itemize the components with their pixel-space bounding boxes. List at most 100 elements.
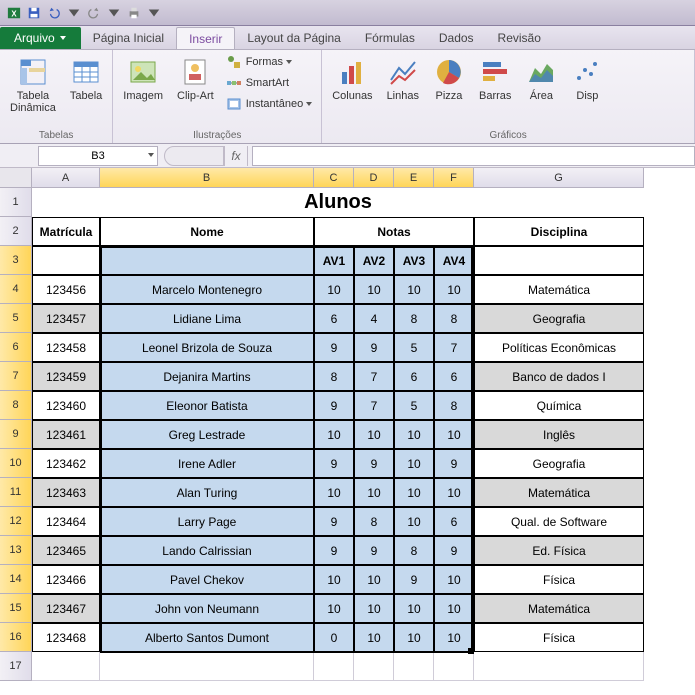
cell-av4[interactable]: 9 (434, 536, 474, 565)
row-header-6[interactable]: 6 (0, 333, 32, 362)
cell-av4[interactable]: 10 (434, 594, 474, 623)
scatter-chart-button[interactable]: Disp (565, 52, 609, 106)
table-button[interactable]: Tabela (64, 52, 108, 106)
header-av3[interactable]: AV3 (394, 246, 434, 275)
cell-nome[interactable]: Alan Turing (100, 478, 314, 507)
cell-nome[interactable]: Greg Lestrade (100, 420, 314, 449)
tab-home[interactable]: Página Inicial (81, 27, 176, 49)
cell-matricula[interactable]: 123459 (32, 362, 100, 391)
pie-chart-button[interactable]: Pizza (427, 52, 471, 106)
cell-av2[interactable]: 10 (354, 594, 394, 623)
cell-matricula[interactable]: 123467 (32, 594, 100, 623)
columns-chart-button[interactable]: Colunas (326, 52, 378, 106)
cell-av1[interactable]: 9 (314, 536, 354, 565)
cell[interactable] (474, 652, 644, 681)
row-header-15[interactable]: 15 (0, 594, 32, 623)
cell-matricula[interactable]: 123462 (32, 449, 100, 478)
header-av2[interactable]: AV2 (354, 246, 394, 275)
cell-av3[interactable]: 10 (394, 594, 434, 623)
cell-av4[interactable]: 8 (434, 304, 474, 333)
cell[interactable] (100, 652, 314, 681)
cell[interactable] (32, 246, 100, 275)
row-header-12[interactable]: 12 (0, 507, 32, 536)
cell-nome[interactable]: Alberto Santos Dumont (100, 623, 314, 652)
col-header-F[interactable]: F (434, 168, 474, 188)
cell-av2[interactable]: 4 (354, 304, 394, 333)
row-header-2[interactable]: 2 (0, 217, 32, 246)
cell-av4[interactable]: 10 (434, 420, 474, 449)
cell-av1[interactable]: 10 (314, 420, 354, 449)
cell-disciplina[interactable]: Geografia (474, 304, 644, 333)
row-header-1[interactable]: 1 (0, 188, 32, 217)
tab-page-layout[interactable]: Layout da Página (235, 27, 352, 49)
tab-data[interactable]: Dados (427, 27, 486, 49)
cell-av2[interactable]: 10 (354, 565, 394, 594)
col-header-A[interactable]: A (32, 168, 100, 188)
header-av1[interactable]: AV1 (314, 246, 354, 275)
cell-av1[interactable]: 10 (314, 275, 354, 304)
row-header-8[interactable]: 8 (0, 391, 32, 420)
chevron-down-icon[interactable] (147, 150, 155, 162)
cell-av4[interactable]: 6 (434, 507, 474, 536)
cell-matricula[interactable]: 123468 (32, 623, 100, 652)
header-notas[interactable]: Notas (314, 217, 474, 246)
col-header-D[interactable]: D (354, 168, 394, 188)
pivot-table-button[interactable]: Tabela Dinâmica (4, 52, 62, 118)
cell[interactable] (32, 652, 100, 681)
col-header-E[interactable]: E (394, 168, 434, 188)
tab-formulas[interactable]: Fórmulas (353, 27, 427, 49)
cell-av2[interactable]: 10 (354, 478, 394, 507)
cell-av4[interactable]: 10 (434, 275, 474, 304)
cell-av4[interactable]: 10 (434, 623, 474, 652)
cell-nome[interactable]: Leonel Brizola de Souza (100, 333, 314, 362)
cell-av2[interactable]: 10 (354, 420, 394, 449)
cell-av3[interactable]: 9 (394, 565, 434, 594)
cell-av1[interactable]: 9 (314, 507, 354, 536)
cell-matricula[interactable]: 123457 (32, 304, 100, 333)
cell-disciplina[interactable]: Matemática (474, 478, 644, 507)
cell-av2[interactable]: 7 (354, 391, 394, 420)
cell-disciplina[interactable]: Inglês (474, 420, 644, 449)
cell-matricula[interactable]: 123463 (32, 478, 100, 507)
cell-av1[interactable]: 10 (314, 478, 354, 507)
cell-av3[interactable]: 10 (394, 478, 434, 507)
cell-av2[interactable]: 10 (354, 623, 394, 652)
row-header-10[interactable]: 10 (0, 449, 32, 478)
cell-nome[interactable]: Lando Calrissian (100, 536, 314, 565)
cell[interactable] (100, 246, 314, 275)
cell-disciplina[interactable]: Políticas Econômicas (474, 333, 644, 362)
dropdown-icon[interactable] (144, 3, 164, 23)
smartart-button[interactable]: SmartArt (222, 73, 318, 93)
col-header-G[interactable]: G (474, 168, 644, 188)
cell-matricula[interactable]: 123465 (32, 536, 100, 565)
row-header-4[interactable]: 4 (0, 275, 32, 304)
cell-av1[interactable]: 10 (314, 594, 354, 623)
cell-disciplina[interactable]: Física (474, 623, 644, 652)
undo-icon[interactable] (44, 3, 64, 23)
cell[interactable] (394, 652, 434, 681)
cell[interactable] (354, 652, 394, 681)
cell-disciplina[interactable]: Geografia (474, 449, 644, 478)
cell-av3[interactable]: 5 (394, 391, 434, 420)
row-header-3[interactable]: 3 (0, 246, 32, 275)
cell[interactable] (474, 246, 644, 275)
header-av4[interactable]: AV4 (434, 246, 474, 275)
clipart-button[interactable]: Clip-Art (171, 52, 220, 106)
header-nome[interactable]: Nome (100, 217, 314, 246)
cell-av3[interactable]: 10 (394, 623, 434, 652)
cell-av4[interactable]: 7 (434, 333, 474, 362)
cell-av3[interactable]: 10 (394, 275, 434, 304)
cell-av1[interactable]: 10 (314, 565, 354, 594)
cell-nome[interactable]: Pavel Chekov (100, 565, 314, 594)
file-tab[interactable]: Arquivo (0, 27, 81, 49)
cell[interactable] (434, 652, 474, 681)
cell-matricula[interactable]: 123461 (32, 420, 100, 449)
cell-av3[interactable]: 6 (394, 362, 434, 391)
title-cell[interactable]: Alunos (32, 188, 644, 217)
cell[interactable] (314, 652, 354, 681)
cell-av3[interactable]: 8 (394, 304, 434, 333)
screenshot-button[interactable]: Instantâneo (222, 94, 318, 114)
cell-av2[interactable]: 9 (354, 333, 394, 362)
cell-nome[interactable]: Irene Adler (100, 449, 314, 478)
header-disciplina[interactable]: Disciplina (474, 217, 644, 246)
